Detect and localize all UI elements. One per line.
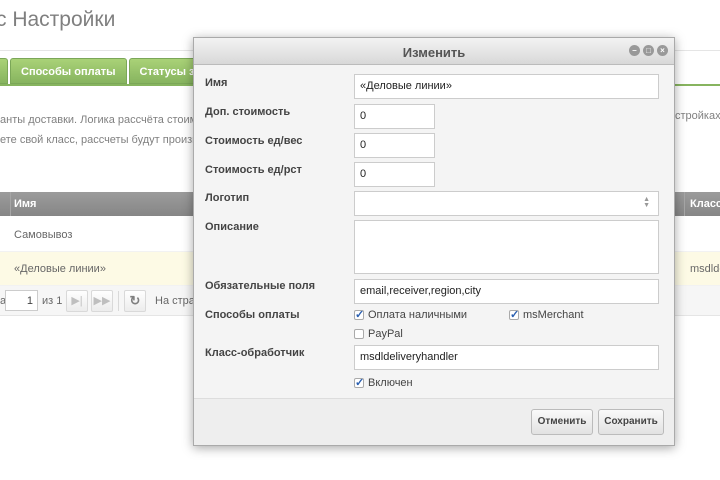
description-label: Описание bbox=[205, 221, 259, 233]
checkbox-checked-icon bbox=[354, 308, 364, 321]
checkbox-checked-icon bbox=[509, 308, 519, 321]
payment-paypal-checkbox[interactable]: PayPal bbox=[354, 328, 403, 340]
distance-cost-label: Стоимость ед/рст bbox=[205, 164, 302, 176]
weight-cost-input[interactable]: 0 bbox=[354, 133, 435, 158]
name-label: Имя bbox=[205, 77, 228, 89]
dialog-footer: Отменить Сохранить bbox=[194, 398, 674, 445]
dialog-title: Изменить bbox=[402, 45, 466, 60]
enabled-label: Включен bbox=[368, 377, 413, 389]
add-cost-input[interactable]: 0 bbox=[354, 104, 435, 129]
payments-label: Способы оплаты bbox=[205, 309, 300, 321]
add-cost-label: Доп. стоимость bbox=[205, 106, 291, 118]
enabled-checkbox[interactable]: Включен bbox=[354, 376, 413, 389]
payment-cash-checkbox[interactable]: Оплата наличными bbox=[354, 308, 468, 321]
dialog-header[interactable]: Изменить – □ × bbox=[194, 38, 674, 65]
edit-dialog: Изменить – □ × Имя «Деловые линии» Доп. … bbox=[193, 37, 675, 446]
checkbox-checked-icon bbox=[354, 376, 364, 389]
handler-input[interactable]: msdldeliveryhandler bbox=[354, 345, 659, 370]
chevron-updown-icon: ▲ ▼ bbox=[643, 196, 650, 209]
payment-msmerchant-label: msMerchant bbox=[523, 309, 584, 321]
payment-cash-label: Оплата наличными bbox=[368, 309, 468, 321]
payment-paypal-label: PayPal bbox=[368, 328, 403, 340]
save-button[interactable]: Сохранить bbox=[598, 409, 664, 435]
logo-select[interactable]: ▲ ▼ bbox=[354, 191, 659, 216]
handler-label: Класс-обработчик bbox=[205, 347, 305, 359]
required-fields-label: Обязательные поля bbox=[205, 280, 316, 292]
weight-cost-label: Стоимость ед/вес bbox=[205, 135, 303, 147]
payment-msmerchant-checkbox[interactable]: msMerchant bbox=[509, 308, 584, 321]
description-textarea[interactable] bbox=[354, 220, 659, 274]
window-controls: – □ × bbox=[629, 45, 668, 56]
cancel-button[interactable]: Отменить bbox=[531, 409, 593, 435]
minimize-icon[interactable]: – bbox=[629, 45, 640, 56]
required-fields-input[interactable]: email,receiver,region,city bbox=[354, 279, 659, 304]
logo-label: Логотип bbox=[205, 192, 250, 204]
checkbox-unchecked-icon bbox=[354, 329, 364, 339]
name-input[interactable]: «Деловые линии» bbox=[354, 74, 659, 99]
close-icon[interactable]: × bbox=[657, 45, 668, 56]
distance-cost-input[interactable]: 0 bbox=[354, 162, 435, 187]
maximize-icon[interactable]: □ bbox=[643, 45, 654, 56]
